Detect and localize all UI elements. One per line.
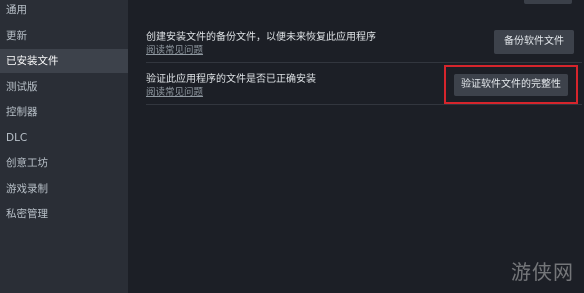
previous-section-button[interactable] [524,0,572,4]
divider [146,104,582,105]
sidebar-item-controller[interactable]: 控制器 [0,100,128,124]
sidebar-item-privacy[interactable]: 私密管理 [0,202,128,226]
backup-files-button[interactable]: 备份软件文件 [494,30,574,54]
sidebar-item-betas[interactable]: 测试版 [0,75,128,99]
backup-title: 创建安装文件的备份文件，以便未来恢复此应用程序 [146,32,376,43]
sidebar-item-general[interactable]: 通用 [0,0,128,22]
sidebar-item-workshop[interactable]: 创意工坊 [0,151,128,175]
sidebar-item-updates[interactable]: 更新 [0,24,128,48]
sidebar-item-installed-files[interactable]: 已安装文件 [0,49,128,73]
verify-integrity-button[interactable]: 验证软件文件的完整性 [454,74,568,96]
backup-faq-link[interactable]: 阅读常见问题 [146,42,203,56]
divider [146,62,582,63]
sidebar-item-dlc[interactable]: DLC [0,126,128,150]
verify-title: 验证此应用程序的文件是否已正确安装 [146,74,316,85]
main-panel: 创建安装文件的备份文件，以便未来恢复此应用程序 阅读常见问题 备份软件文件 验证… [128,0,584,293]
watermark: 游侠网 [511,260,574,284]
verify-faq-link[interactable]: 阅读常见问题 [146,84,203,98]
sidebar-item-game-recording[interactable]: 游戏录制 [0,177,128,201]
sidebar: 通用 更新 已安装文件 测试版 控制器 DLC 创意工坊 游戏录制 私密管理 [0,0,128,293]
